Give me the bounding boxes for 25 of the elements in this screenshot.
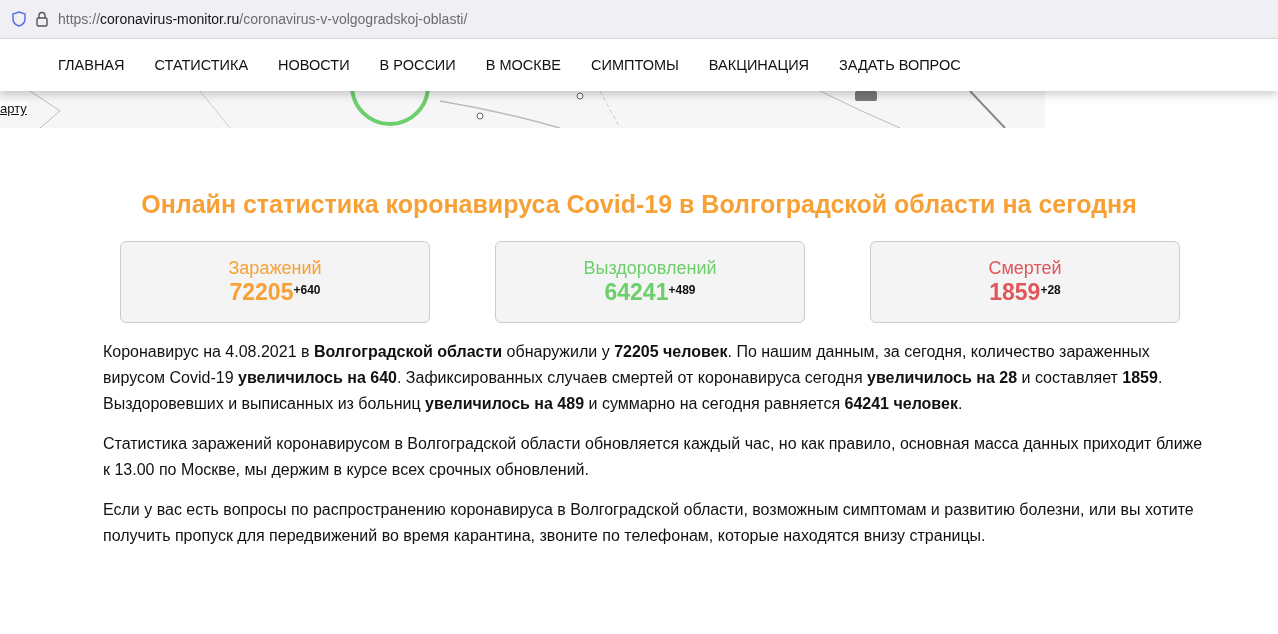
nav-link[interactable]: ВАКЦИНАЦИЯ — [708, 57, 810, 73]
stat-label: Выздоровлений — [583, 258, 717, 279]
paragraph: Коронавирус на 4.08.2021 в Волгоградской области обнаружили у 72205 человек. По нашим данным, за сегодня, количество зараженных вирусом Covid-19 увеличилось на 640. Зафиксированных случаев смертей от коронавируса сегодня увеличилось на 28 и составляет 1859. Выздоровевших и выписанных из больниц увеличилось на 489 и суммарно на сегодня равняется 64241 человек. — [103, 342, 1164, 414]
nav-link[interactable]: В МОСКВЕ — [485, 57, 562, 73]
lock-icon[interactable] — [36, 11, 48, 27]
stat-value: 64241 — [604, 279, 669, 305]
page-heading: Онлайн статистика коронавируса Covid-19 в Волгоградской области на сегодня — [140, 190, 1138, 219]
stat-label: Смертей — [988, 258, 1062, 279]
stat-value: 1859 — [989, 279, 1041, 305]
map-link[interactable]: арту — [0, 101, 27, 116]
nav-link[interactable]: НОВОСТИ — [278, 57, 350, 73]
stat-delta: +28 — [1040, 282, 1061, 297]
nav-link[interactable]: ЗАДАТЬ ВОПРОС — [839, 57, 961, 73]
nav-link[interactable]: СИМПТОМЫ — [591, 57, 679, 73]
stat-label: Заражений — [228, 258, 322, 279]
paragraph: Статистика заражений коронавирусом в Волгоградской области обновляется каждый час, но как правило, основная масса данных приходит ближе к 13.00 по Москве, мы держим в курсе всех срочных обновлений. — [103, 434, 1204, 480]
paragraph: Если у вас есть вопросы по распространению коронавируса в Волгоградской области, возможным симптомам и развитию болезни, или вы хотите получить пропуск для передвижений во время карантина, звоните по телефонам, которые находятся внизу страницы. — [103, 500, 1195, 546]
stat-delta: +640 — [293, 282, 321, 297]
stat-value: 72205 — [229, 279, 294, 305]
nav-link[interactable]: СТАТИСТИКА — [154, 57, 249, 73]
shield-icon[interactable] — [12, 11, 26, 27]
nav-link[interactable]: В РОССИИ — [379, 57, 456, 73]
stat-delta: +489 — [668, 282, 696, 297]
url-field[interactable]: https://coronavirus-monitor.ru/coronavirus-v-volgogradskoj-oblasti/ — [58, 11, 468, 27]
nav-link[interactable]: ГЛАВНАЯ — [58, 57, 125, 73]
